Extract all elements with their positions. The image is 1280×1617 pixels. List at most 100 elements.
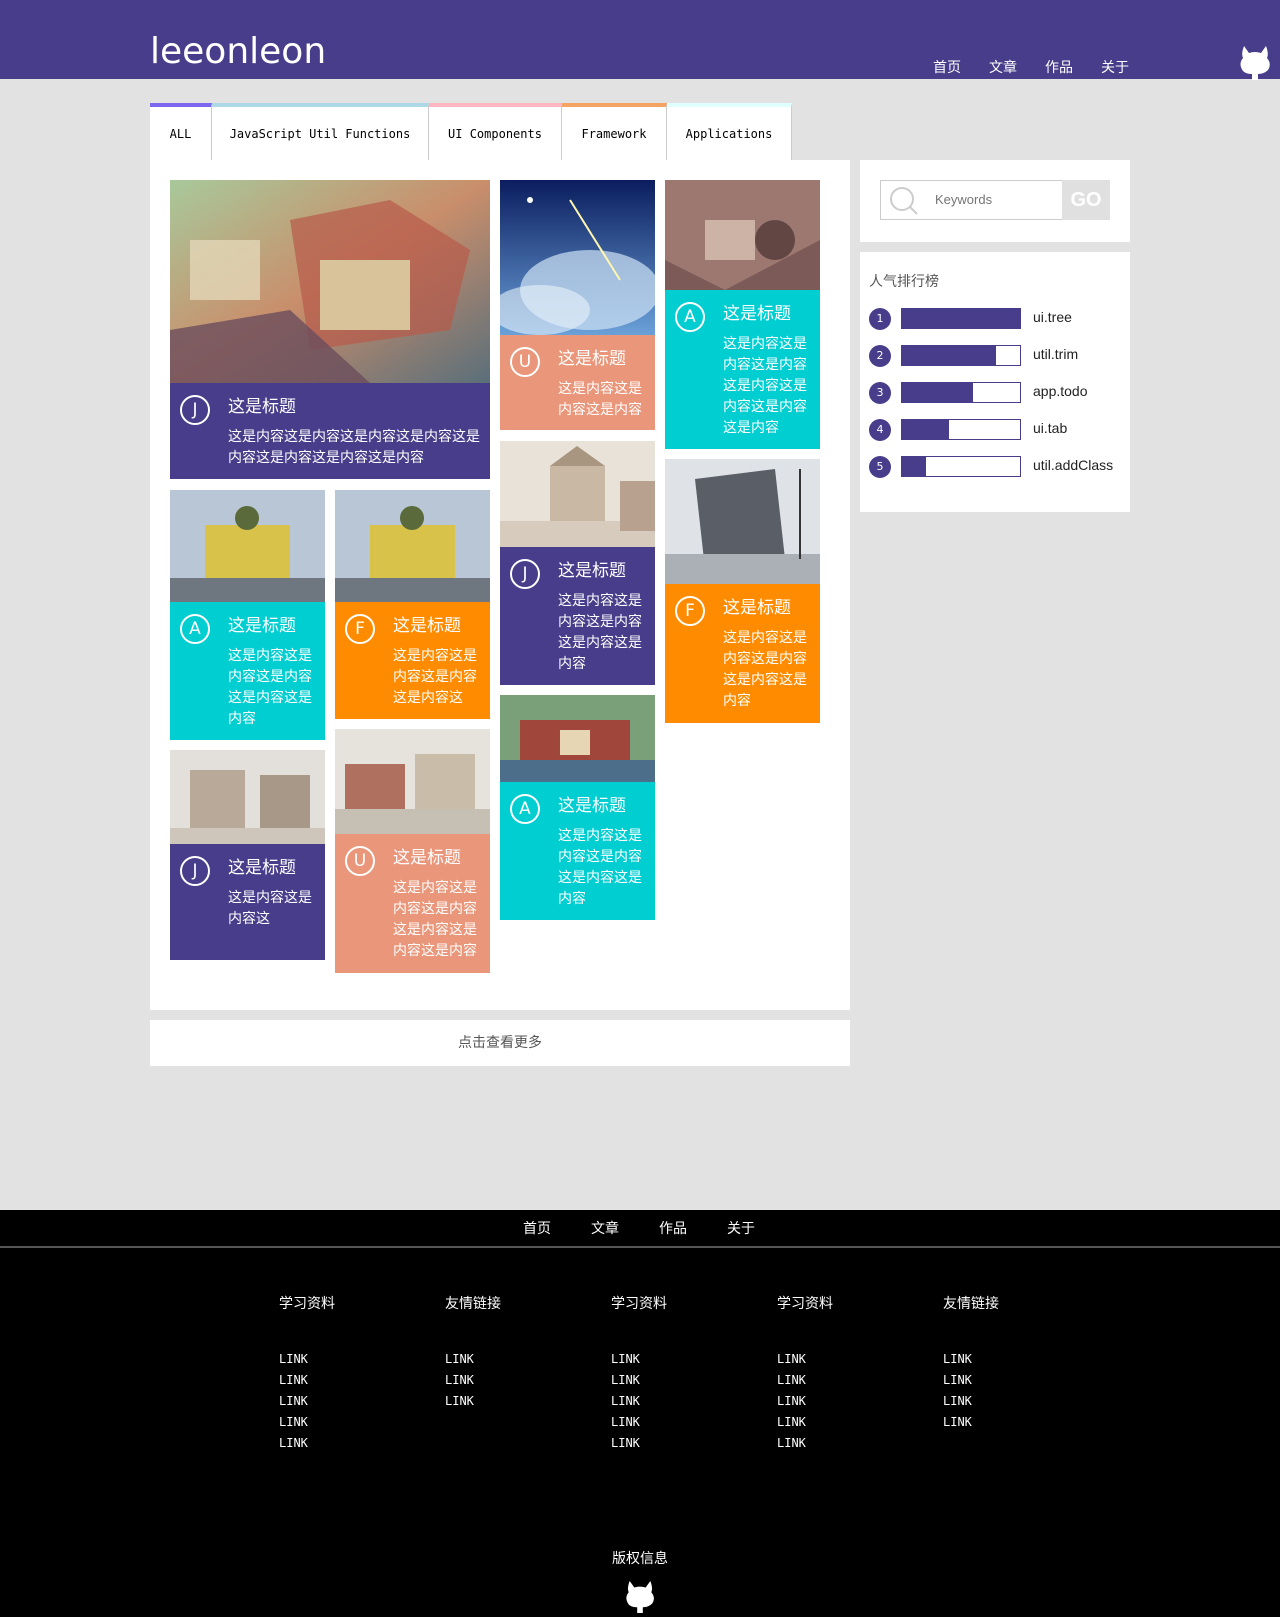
card[interactable]: J 这是标题 这是内容这是内容这是内容这是内容这是内容 (500, 441, 655, 685)
card-title: 这是标题 (723, 304, 791, 324)
card-image (500, 180, 655, 335)
footer-link[interactable]: LINK (279, 1349, 429, 1370)
rank-label: app.todo (1033, 383, 1088, 399)
card[interactable]: A 这是标题 这是内容这是内容这是内容这是内容这是内容这是内容这是内容 (665, 180, 820, 449)
github-icon[interactable] (1238, 44, 1272, 80)
nav-articles[interactable]: 文章 (989, 57, 1045, 77)
rank-bar (901, 382, 1021, 403)
footer-link[interactable]: LINK (943, 1370, 1093, 1391)
rank-label: ui.tab (1033, 420, 1068, 436)
rank-bar (901, 456, 1021, 477)
card[interactable]: F 这是标题 这是内容这是内容这是内容这是内容这 (335, 490, 490, 719)
rank-bar (901, 419, 1021, 440)
card-image (170, 180, 490, 383)
tab-ui-components[interactable]: UI Components (429, 103, 562, 160)
load-more-button[interactable]: 点击查看更多 (150, 1020, 850, 1066)
footer-link[interactable]: LINK (611, 1412, 761, 1433)
rank-number: 4 (869, 419, 891, 441)
footer-column-heading: 学习资料 (279, 1296, 335, 1312)
rank-number: 2 (869, 345, 891, 367)
rank-number: 5 (869, 456, 891, 478)
card-badge: F (345, 614, 375, 644)
footer-nav-home[interactable]: 首页 (523, 1218, 551, 1238)
ranking-item[interactable]: 2 util.trim (869, 344, 1129, 368)
card-desc: 这是内容这是内容这是内容这是内容这是内容 (558, 593, 642, 672)
footer-link[interactable]: LINK (611, 1391, 761, 1412)
site-footer: 学习资料 LINK LINK LINK LINK LINK 友情链接 LINK … (0, 1248, 1280, 1617)
tab-js-util[interactable]: JavaScript Util Functions (212, 103, 429, 160)
card-desc: 这是内容这是内容这是内容这是内容这是内容这是内容这是内容 (723, 336, 807, 436)
footer-link[interactable]: LINK (943, 1349, 1093, 1370)
footer-nav-about[interactable]: 关于 (727, 1218, 755, 1238)
footer-link[interactable]: LINK (777, 1412, 927, 1433)
nav-works[interactable]: 作品 (1045, 57, 1101, 77)
footer-column-heading: 学习资料 (777, 1296, 833, 1312)
footer-link[interactable]: LINK (279, 1433, 429, 1454)
card[interactable]: F 这是标题 这是内容这是内容这是内容这是内容这是内容 (665, 459, 820, 723)
ranking-item[interactable]: 1 ui.tree (869, 307, 1129, 331)
tab-framework[interactable]: Framework (562, 103, 667, 160)
footer-column-heading: 学习资料 (611, 1296, 667, 1312)
footer-link[interactable]: LINK (777, 1433, 927, 1454)
card[interactable]: A 这是标题 这是内容这是内容这是内容这是内容这是内容 (500, 695, 655, 920)
tab-all[interactable]: ALL (150, 103, 212, 160)
card-badge: J (510, 559, 540, 589)
go-button[interactable]: GO (1062, 180, 1110, 220)
card-image (335, 490, 490, 602)
ranking-title: 人气排行榜 (869, 274, 939, 290)
nav-home[interactable]: 首页 (933, 57, 989, 77)
footer-nav-articles[interactable]: 文章 (591, 1218, 619, 1238)
footer-link[interactable]: LINK (279, 1370, 429, 1391)
footer-link[interactable]: LINK (611, 1349, 761, 1370)
search-field[interactable] (880, 180, 1062, 220)
card-desc: 这是内容这是内容这是内容这是内容这是内容这是内容 (393, 880, 477, 959)
card[interactable]: A 这是标题 这是内容这是内容这是内容这是内容这是内容 (170, 490, 325, 740)
top-nav: 首页 文章 作品 关于 (933, 57, 1157, 77)
card[interactable]: J 这是标题 这是内容这是内容这 (170, 750, 325, 960)
tab-applications[interactable]: Applications (667, 103, 792, 160)
footer-link[interactable]: LINK (611, 1370, 761, 1391)
card-title: 这是标题 (393, 616, 461, 636)
footer-link[interactable]: LINK (777, 1391, 927, 1412)
footer-link[interactable]: LINK (279, 1391, 429, 1412)
ranking-item[interactable]: 4 ui.tab (869, 418, 1129, 442)
footer-link[interactable]: LINK (445, 1349, 595, 1370)
card-desc: 这是内容这是内容这是内容这是内容这是内容 (558, 828, 642, 907)
site-header: leeonleon 首页 文章 作品 关于 (0, 0, 1280, 80)
card[interactable]: J 这是标题 这是内容这是内容这是内容这是内容这是内容这是内容这是内容这是内容 (170, 180, 490, 479)
ranking-item[interactable]: 5 util.addClass (869, 455, 1129, 479)
footer-column: 学习资料 LINK LINK LINK LINK LINK (777, 1293, 927, 1454)
footer-link[interactable]: LINK (445, 1391, 595, 1412)
rank-bar-fill (902, 346, 997, 365)
footer-link[interactable]: LINK (611, 1433, 761, 1454)
footer-link[interactable]: LINK (777, 1349, 927, 1370)
card-title: 这是标题 (723, 598, 791, 618)
footer-link[interactable]: LINK (943, 1412, 1093, 1433)
footer-link[interactable]: LINK (777, 1370, 927, 1391)
card[interactable]: U 这是标题 这是内容这是内容这是内容这是内容这是内容这是内容 (335, 729, 490, 973)
card-image (170, 750, 325, 844)
footer-nav-works[interactable]: 作品 (659, 1218, 687, 1238)
footer-column: 学习资料 LINK LINK LINK LINK LINK (611, 1293, 761, 1454)
card-image (665, 459, 820, 584)
site-logo[interactable]: leeonleon (150, 34, 326, 70)
nav-about[interactable]: 关于 (1101, 57, 1157, 77)
rank-label: util.addClass (1033, 457, 1114, 473)
footer-link[interactable]: LINK (943, 1391, 1093, 1412)
ranking-panel: 人气排行榜 1 ui.tree 2 util.trim 3 app.todo 4… (860, 252, 1130, 512)
card-badge: U (345, 846, 375, 876)
card-image (500, 695, 655, 782)
ranking-item[interactable]: 3 app.todo (869, 381, 1129, 405)
footer-link[interactable]: LINK (279, 1412, 429, 1433)
card[interactable]: U 这是标题 这是内容这是内容这是内容 (500, 180, 655, 430)
footer-column: 学习资料 LINK LINK LINK LINK LINK (279, 1293, 429, 1454)
card-desc: 这是内容这是内容这是内容这是内容这 (393, 648, 477, 706)
card-desc: 这是内容这是内容这是内容 (558, 381, 642, 418)
footer-column-heading: 友情链接 (943, 1296, 999, 1312)
footer-link[interactable]: LINK (445, 1370, 595, 1391)
card-title: 这是标题 (558, 349, 626, 369)
github-icon[interactable] (624, 1578, 656, 1614)
search-input[interactable] (933, 191, 1057, 208)
rank-number: 3 (869, 382, 891, 404)
card-badge: A (180, 614, 210, 644)
